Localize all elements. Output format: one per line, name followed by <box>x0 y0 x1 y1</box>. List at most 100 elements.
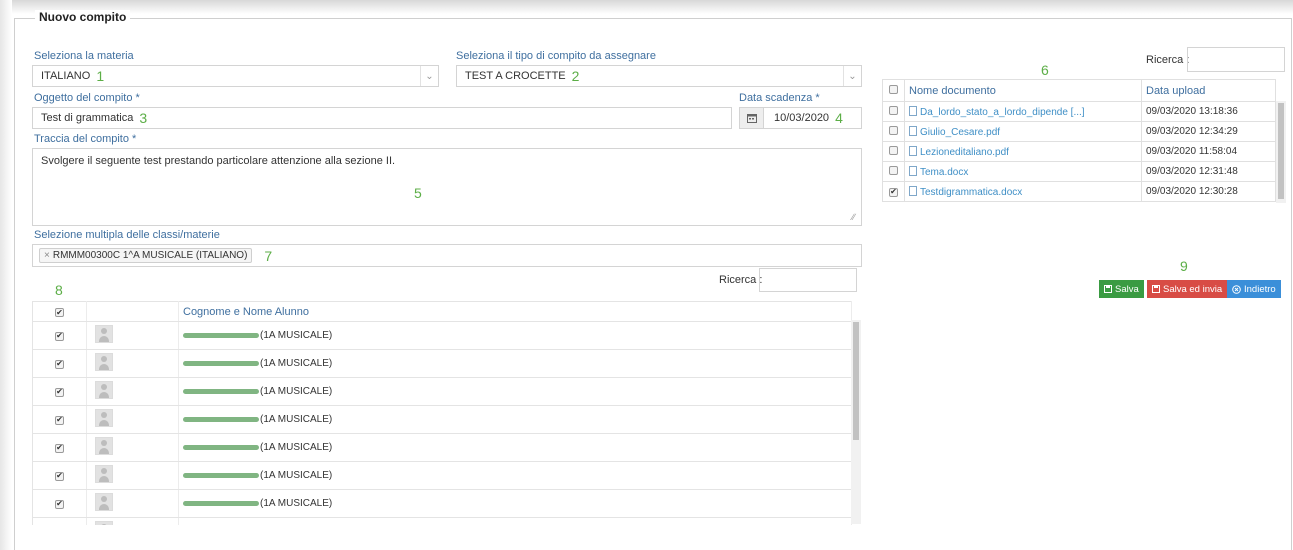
student-checkbox[interactable]: ✔ <box>55 499 64 509</box>
task-subject-input[interactable]: Test di grammatica 3 <box>32 107 732 129</box>
classes-multiselect[interactable]: × RMMM00300C 1^A MUSICALE (ITALIANO) 7 <box>32 244 862 267</box>
student-name-cell: (1A MUSICALE) <box>178 349 852 378</box>
document-link[interactable]: Da_lordo_stato_a_lordo_dipende [...] <box>920 107 1085 118</box>
student-checkbox-cell <box>32 517 87 525</box>
document-link[interactable]: Giulio_Cesare.pdf <box>920 127 1000 138</box>
document-checkbox[interactable] <box>889 125 898 135</box>
marker-4: 4 <box>835 110 843 126</box>
students-scrollbar[interactable] <box>851 320 861 524</box>
student-row[interactable]: ✔ (1A MUSICALE) <box>32 433 852 462</box>
subject-select[interactable]: ITALIANO 1 ⌄ <box>32 65 439 87</box>
redacted-name <box>183 416 259 422</box>
document-name-header: Nome documento <box>904 79 1142 102</box>
student-avatar-cell <box>86 405 179 434</box>
select-all-checkbox[interactable]: ✔ <box>55 308 64 317</box>
avatar <box>95 437 113 455</box>
document-checkbox-cell[interactable] <box>882 121 905 142</box>
back-button[interactable]: Indietro <box>1227 280 1281 298</box>
document-link[interactable]: Lezioneditaliano.pdf <box>920 147 1009 158</box>
student-checkbox[interactable]: ✔ <box>55 387 64 397</box>
save-and-send-button[interactable]: Salva ed invia <box>1147 280 1228 298</box>
document-date: 09/03/2020 12:34:29 <box>1141 121 1276 142</box>
documents-scrollbar[interactable] <box>1276 101 1286 203</box>
student-checkbox-cell[interactable]: ✔ <box>32 433 87 462</box>
document-checkbox[interactable]: ✔ <box>889 187 898 197</box>
document-checkbox-cell[interactable] <box>882 101 905 122</box>
calendar-icon[interactable] <box>740 108 764 128</box>
documents-scrollbar-thumb[interactable] <box>1278 103 1284 199</box>
select-all-cell[interactable]: ✔ <box>32 301 87 322</box>
document-checkbox[interactable] <box>889 145 898 155</box>
student-checkbox-cell[interactable]: ✔ <box>32 405 87 434</box>
document-checkbox-cell[interactable]: ✔ <box>882 181 905 202</box>
due-date-input[interactable]: 10/03/2020 4 <box>739 107 862 129</box>
student-checkbox[interactable]: ✔ <box>55 471 64 481</box>
document-link[interactable]: Tema.docx <box>920 167 968 178</box>
document-name-cell[interactable]: Tema.docx <box>904 161 1142 182</box>
resize-handle-icon[interactable]: ∕∕ <box>852 212 855 222</box>
student-row[interactable]: ✔ (1A MUSICALE) <box>32 461 852 490</box>
student-row[interactable]: ✔ (1A MUSICALE) <box>32 377 852 406</box>
circle-x-icon <box>1232 284 1241 294</box>
student-avatar-cell <box>86 461 179 490</box>
redacted-name <box>183 388 259 394</box>
due-date-label: Data scadenza * <box>739 92 820 104</box>
document-name-cell[interactable]: Testdigrammatica.docx <box>904 181 1142 202</box>
document-link[interactable]: Testdigrammatica.docx <box>920 187 1022 198</box>
student-checkbox-cell[interactable]: ✔ <box>32 489 87 518</box>
avatar <box>95 493 113 511</box>
document-row[interactable]: Giulio_Cesare.pdf 09/03/2020 12:34:29 <box>882 121 1276 142</box>
student-row[interactable]: ✔ (1A MUSICALE) <box>32 489 852 518</box>
document-checkbox[interactable] <box>889 105 898 115</box>
avatar <box>95 353 113 371</box>
document-checkbox-cell[interactable] <box>882 161 905 182</box>
subject-matter-label: Oggetto del compito * <box>34 92 140 104</box>
document-row[interactable]: Lezioneditaliano.pdf 09/03/2020 11:58:04 <box>882 141 1276 162</box>
task-type-select[interactable]: TEST A CROCETTE 2 ⌄ <box>456 65 862 87</box>
chevron-down-icon[interactable]: ⌄ <box>420 66 438 86</box>
chevron-down-icon[interactable]: ⌄ <box>843 66 861 86</box>
student-row[interactable]: ✔ (1A MUSICALE) <box>32 405 852 434</box>
documents-search-input[interactable] <box>1187 47 1285 72</box>
documents-select-all-cell[interactable] <box>882 79 905 102</box>
save-and-send-label: Salva ed invia <box>1163 283 1223 295</box>
document-checkbox-cell[interactable] <box>882 141 905 162</box>
avatar <box>95 409 113 427</box>
students-table: ✔ Cognome e Nome Alunno ✔ (1A MUSICALE) ✔ (… <box>32 301 852 525</box>
back-label: Indietro <box>1244 283 1276 295</box>
student-checkbox-cell[interactable]: ✔ <box>32 377 87 406</box>
document-date: 09/03/2020 11:58:04 <box>1141 141 1276 162</box>
student-row[interactable]: ✔ (1A MUSICALE) <box>32 349 852 378</box>
students-search-label: Ricerca : <box>719 274 763 286</box>
student-name-cell: (1A MUSICALE) <box>178 405 852 434</box>
documents-select-all-checkbox[interactable] <box>889 84 898 94</box>
student-checkbox[interactable]: ✔ <box>55 359 64 369</box>
document-name-cell[interactable]: Giulio_Cesare.pdf <box>904 121 1142 142</box>
student-checkbox[interactable]: ✔ <box>55 443 64 453</box>
class-tag[interactable]: × RMMM00300C 1^A MUSICALE (ITALIANO) <box>39 248 253 263</box>
students-search-input[interactable] <box>759 268 857 292</box>
marker-3: 3 <box>139 110 148 126</box>
redacted-name <box>183 444 259 450</box>
file-icon <box>909 185 917 196</box>
students-scrollbar-thumb[interactable] <box>853 322 859 440</box>
student-checkbox-cell[interactable]: ✔ <box>32 349 87 378</box>
document-name-cell[interactable]: Da_lordo_stato_a_lordo_dipende [...] <box>904 101 1142 122</box>
save-button[interactable]: Salva <box>1099 280 1144 298</box>
student-checkbox-cell[interactable]: ✔ <box>32 321 87 350</box>
left-shadow <box>0 0 12 550</box>
task-trace-textarea[interactable]: Svolgere il seguente test prestando part… <box>32 148 862 226</box>
document-checkbox[interactable] <box>889 165 898 175</box>
document-row[interactable]: ✔ Testdigrammatica.docx 09/03/2020 12:30:2… <box>882 181 1276 202</box>
student-row[interactable]: ✔ (1A MUSICALE) <box>32 321 852 350</box>
document-row[interactable]: Tema.docx 09/03/2020 12:31:48 <box>882 161 1276 182</box>
tag-remove-icon[interactable]: × <box>44 250 50 261</box>
document-row[interactable]: Da_lordo_stato_a_lordo_dipende [...] 09/0… <box>882 101 1276 122</box>
document-name-cell[interactable]: Lezioneditaliano.pdf <box>904 141 1142 162</box>
student-checkbox[interactable]: ✔ <box>55 415 64 425</box>
student-checkbox[interactable]: ✔ <box>55 331 64 341</box>
documents-table: Nome documento Data upload Da_lordo_stat… <box>882 79 1276 202</box>
redacted-name <box>183 472 259 478</box>
due-date-value: 10/03/2020 <box>774 112 830 124</box>
student-checkbox-cell[interactable]: ✔ <box>32 461 87 490</box>
